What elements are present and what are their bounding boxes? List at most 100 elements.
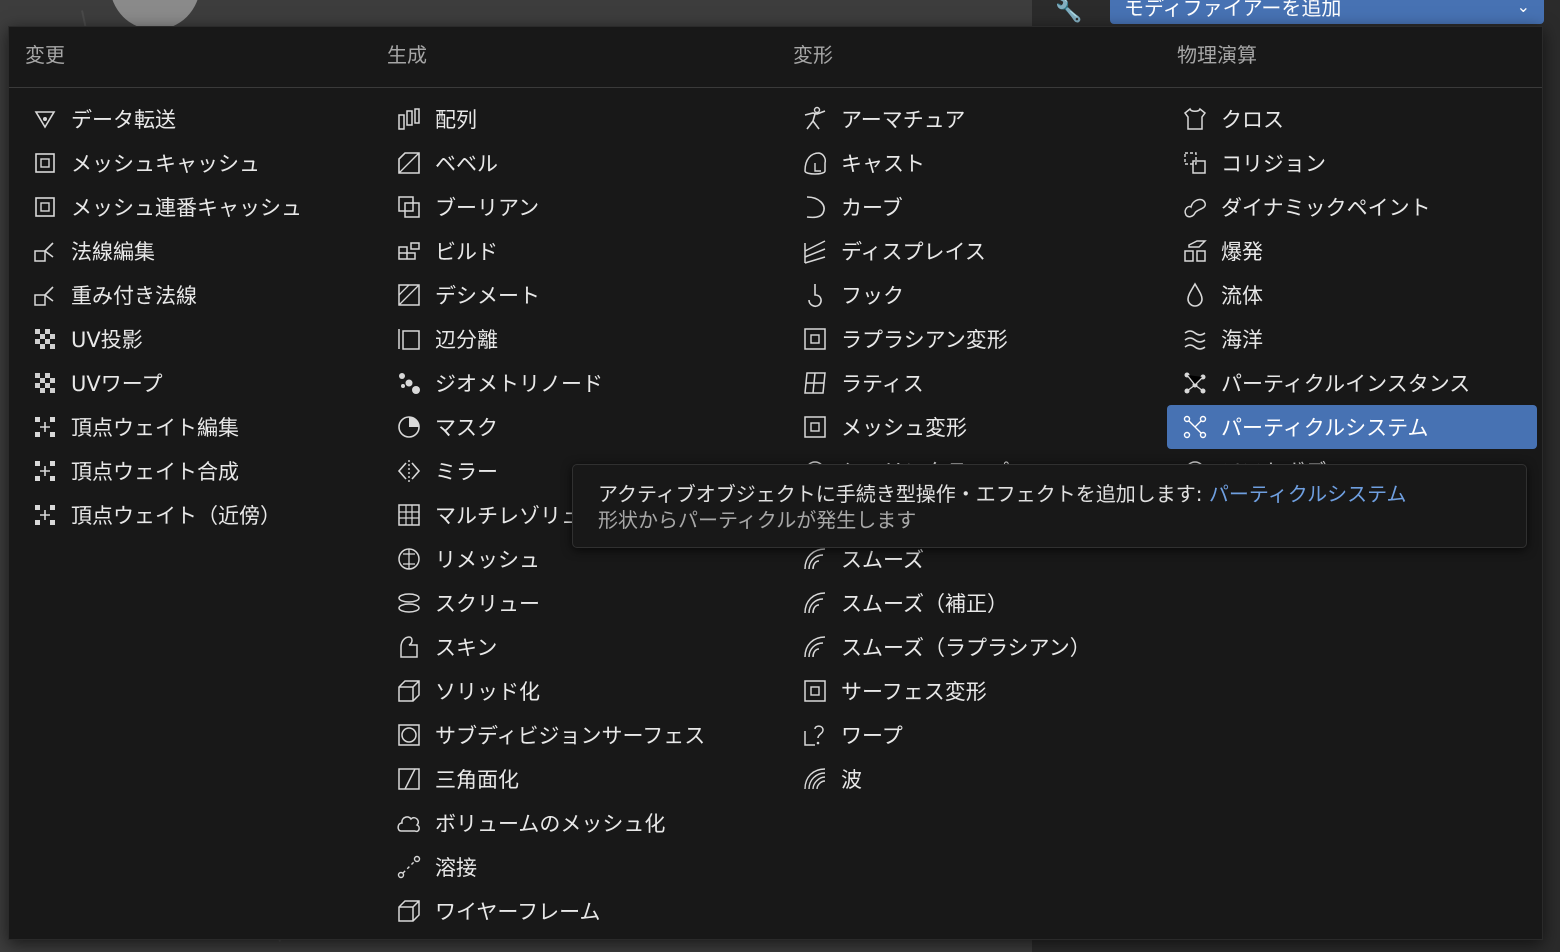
vertex-weight-icon — [29, 411, 61, 443]
chevron-down-icon: ⌄ — [1516, 0, 1530, 16]
menu-item[interactable]: 法線編集 — [17, 229, 377, 273]
menu-item[interactable]: 爆発 — [1167, 229, 1537, 273]
menu-item[interactable]: ボリュームのメッシュ化 — [381, 801, 781, 845]
menu-item[interactable]: メッシュキャッシュ — [17, 141, 377, 185]
remesh-icon — [393, 543, 425, 575]
menu-item[interactable]: 流体 — [1167, 273, 1537, 317]
menu-item[interactable]: ディスプレイス — [787, 229, 1167, 273]
menu-item[interactable]: パーティクルインスタンス — [1167, 361, 1537, 405]
menu-item[interactable]: UV投影 — [17, 317, 377, 361]
explode-icon — [1179, 235, 1211, 267]
menu-item[interactable]: ベベル — [381, 141, 781, 185]
menu-item[interactable]: スムーズ（補正） — [787, 581, 1167, 625]
menu-item[interactable]: 波 — [787, 757, 1167, 801]
menu-item[interactable]: メッシュ変形 — [787, 405, 1167, 449]
menu-item[interactable]: ブーリアン — [381, 185, 781, 229]
menu-item[interactable]: コリジョン — [1167, 141, 1537, 185]
menu-item[interactable]: 重み付き法線 — [17, 273, 377, 317]
geometry-nodes-icon — [393, 367, 425, 399]
add-modifier-dropdown[interactable]: モディファイアーを追加 ⌄ — [1110, 0, 1544, 24]
add-modifier-label: モディファイアーを追加 — [1124, 0, 1342, 20]
menu-item[interactable]: サブディビジョンサーフェス — [381, 713, 781, 757]
menu-item[interactable]: サーフェス変形 — [787, 669, 1167, 713]
solidify-icon — [393, 675, 425, 707]
menu-item-label: ビルド — [435, 240, 498, 264]
menu-item-label: サーフェス変形 — [841, 680, 987, 704]
displace-icon — [799, 235, 831, 267]
menu-item[interactable]: 頂点ウェイト編集 — [17, 405, 377, 449]
menu-item-label: UVワープ — [71, 372, 163, 396]
menu-item[interactable]: ジオメトリノード — [381, 361, 781, 405]
menu-item[interactable]: スムーズ（ラプラシアン） — [787, 625, 1167, 669]
skin-icon — [393, 631, 425, 663]
menu-item-label: メッシュ変形 — [841, 416, 967, 440]
normal-edit-icon — [29, 235, 61, 267]
menu-item[interactable]: データ転送 — [17, 97, 377, 141]
menu-item-label: 頂点ウェイト（近傍） — [71, 504, 281, 528]
menu-item-label: ダイナミックペイント — [1221, 196, 1431, 220]
menu-item[interactable]: ソリッド化 — [381, 669, 781, 713]
menu-item[interactable]: キャスト — [787, 141, 1167, 185]
menu-item[interactable]: アーマチュア — [787, 97, 1167, 141]
tooltip-highlight: パーティクルシステム — [1208, 482, 1407, 506]
menu-item[interactable]: クロス — [1167, 97, 1537, 141]
wrench-icon[interactable]: 🔧 — [1052, 0, 1086, 26]
subdivision-icon — [393, 719, 425, 751]
menu-item-label: パーティクルインスタンス — [1221, 372, 1471, 396]
menu-item[interactable]: ワイヤーフレーム — [381, 889, 781, 933]
curve-icon — [799, 191, 831, 223]
menu-item[interactable]: UVワープ — [17, 361, 377, 405]
menu-item-label: スクリュー — [435, 592, 540, 616]
lattice-icon — [799, 367, 831, 399]
multires-icon — [393, 499, 425, 531]
menu-item-label: データ転送 — [71, 108, 176, 132]
data-transfer-icon — [29, 103, 61, 135]
menu-item-label: ラプラシアン変形 — [841, 328, 1008, 352]
menu-item[interactable]: 配列 — [381, 97, 781, 141]
menu-item[interactable]: メッシュ連番キャッシュ — [17, 185, 377, 229]
tooltip-subtext: 形状からパーティクルが発生します — [598, 508, 917, 532]
particle-instance-icon — [1179, 367, 1211, 399]
menu-item[interactable]: 海洋 — [1167, 317, 1537, 361]
menu-item[interactable]: 溶接 — [381, 845, 781, 889]
weld-icon — [393, 851, 425, 883]
menu-item[interactable]: マスク — [381, 405, 781, 449]
menu-item-label: 法線編集 — [71, 240, 155, 264]
menu-item[interactable]: ラティス — [787, 361, 1167, 405]
menu-item[interactable]: ワープ — [787, 713, 1167, 757]
menu-item[interactable]: 頂点ウェイト（近傍） — [17, 493, 377, 537]
tooltip: アクティブオブジェクトに手続き型操作・エフェクトを追加します: パーティクルシス… — [572, 464, 1527, 548]
menu-item[interactable]: スクリュー — [381, 581, 781, 625]
menu-item[interactable]: ダイナミックペイント — [1167, 185, 1537, 229]
menu-item[interactable]: ビルド — [381, 229, 781, 273]
menu-item-label: ソリッド化 — [435, 680, 540, 704]
menu-item[interactable]: スキン — [381, 625, 781, 669]
menu-item[interactable]: 三角面化 — [381, 757, 781, 801]
menu-item-label: ベベル — [435, 152, 498, 176]
menu-item[interactable]: パーティクルシステム — [1167, 405, 1537, 449]
smooth-icon — [799, 631, 831, 663]
menu-item-label: スムーズ（補正） — [841, 592, 1008, 616]
fluid-icon — [1179, 279, 1211, 311]
boolean-icon — [393, 191, 425, 223]
menu-item[interactable]: カーブ — [787, 185, 1167, 229]
armature-icon — [799, 103, 831, 135]
uv-project-icon — [29, 323, 61, 355]
menu-item-label: 三角面化 — [435, 768, 519, 792]
warp-icon — [799, 719, 831, 751]
menu-item-label: ディスプレイス — [841, 240, 986, 264]
menu-item-label: 爆発 — [1221, 240, 1263, 264]
menu-item[interactable]: 頂点ウェイト合成 — [17, 449, 377, 493]
column-title-generate: 生成 — [387, 43, 427, 67]
menu-item-label: ブーリアン — [435, 196, 540, 220]
menu-item-label: クロス — [1221, 108, 1284, 132]
menu-item[interactable]: 辺分離 — [381, 317, 781, 361]
vertex-weight-icon — [29, 455, 61, 487]
menu-item[interactable]: フック — [787, 273, 1167, 317]
menu-item[interactable]: ラプラシアン変形 — [787, 317, 1167, 361]
menu-item[interactable]: デシメート — [381, 273, 781, 317]
hook-icon — [799, 279, 831, 311]
menu-column-edit: データ転送メッシュキャッシュメッシュ連番キャッシュ法線編集重み付き法線 UV投影 U… — [17, 97, 377, 537]
menu-item-label: メッシュキャッシュ — [71, 152, 260, 176]
mirror-icon — [393, 455, 425, 487]
